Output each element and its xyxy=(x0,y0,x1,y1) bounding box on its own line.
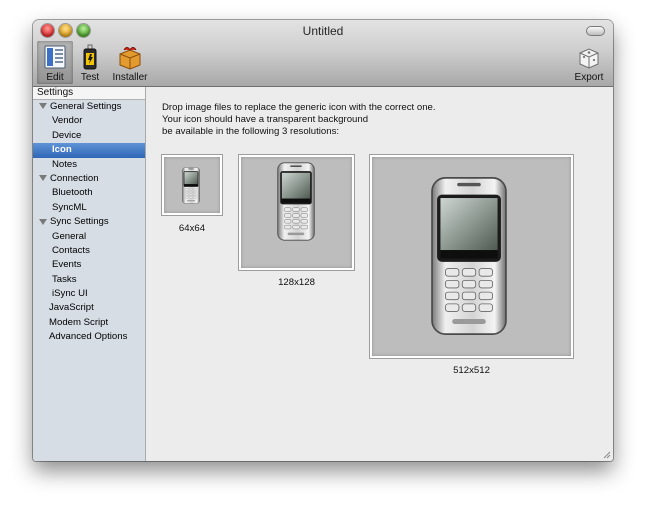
sidebar-header: Settings xyxy=(33,87,145,100)
sidebar-item-modem-script[interactable]: Modem Script xyxy=(33,316,145,330)
test-icon xyxy=(83,44,97,70)
sidebar-list: General Settings Vendor Device Icon Notes Con… xyxy=(33,100,145,345)
sidebar-item-label: Bluetooth xyxy=(52,187,93,199)
sidebar-item-label: Icon xyxy=(52,144,72,156)
window-title: Untitled xyxy=(302,24,344,38)
sidebar-item-label: Contacts xyxy=(52,244,90,256)
sidebar-item-label: Tasks xyxy=(52,273,77,285)
main-panel: Drop image files to replace the generic … xyxy=(146,87,613,461)
sidebar-item-icon[interactable]: Icon xyxy=(33,143,145,158)
disclosure-triangle-icon[interactable] xyxy=(39,103,47,110)
well-label-512: 512x512 xyxy=(453,365,490,376)
well-label-128: 128x128 xyxy=(278,277,315,288)
phone-icon xyxy=(182,167,200,204)
toolbar-export-button[interactable]: Export xyxy=(571,41,607,84)
well-label-64: 64x64 xyxy=(178,223,206,234)
phone-icon xyxy=(277,162,315,241)
sidebar: Settings General Settings Vendor Device Ico… xyxy=(33,87,146,461)
toolbar-export-label: Export xyxy=(574,72,604,83)
sidebar-item-connection[interactable]: Connection xyxy=(33,172,145,186)
instruction-line: Drop image files to replace the generic … xyxy=(162,102,436,113)
icon-well-512[interactable] xyxy=(370,155,573,358)
sidebar-item-advanced-options[interactable]: Advanced Options xyxy=(33,330,145,344)
sidebar-item-label: Connection xyxy=(50,172,99,184)
disclosure-triangle-icon[interactable] xyxy=(39,175,47,182)
icon-well-128[interactable] xyxy=(239,155,354,270)
toolbar-edit-label: Edit xyxy=(46,72,64,83)
installer-icon xyxy=(119,47,141,70)
sidebar-item-sync-settings[interactable]: Sync Settings xyxy=(33,215,145,229)
toolbar-test-button[interactable]: Test xyxy=(77,41,103,84)
instructions-text: Drop image files to replace the generic … xyxy=(162,102,436,139)
sidebar-item-label: JavaScript xyxy=(49,302,94,314)
sidebar-item-general-settings[interactable]: General Settings xyxy=(33,100,145,114)
sidebar-item-label: General Settings xyxy=(50,101,122,112)
sidebar-item-general[interactable]: General xyxy=(33,230,145,244)
sidebar-item-bluetooth[interactable]: Bluetooth xyxy=(33,186,145,200)
sidebar-item-events[interactable]: Events xyxy=(33,258,145,272)
toolbar-installer-button[interactable]: Installer xyxy=(109,41,151,84)
sidebar-item-javascript[interactable]: JavaScript xyxy=(33,301,145,315)
instruction-line: Your icon should have a transparent back… xyxy=(162,114,369,126)
sidebar-item-label: Vendor xyxy=(52,115,83,127)
app-window: Untitled Edit Test Installer Export Sett… xyxy=(33,20,613,461)
sidebar-item-label: Notes xyxy=(52,158,78,170)
resize-grip-icon[interactable] xyxy=(601,449,611,459)
sidebar-item-notes[interactable]: Notes xyxy=(33,158,145,172)
toolbar-installer-label: Installer xyxy=(112,72,148,83)
sidebar-item-label: Advanced Options xyxy=(49,331,128,343)
sidebar-item-label: SyncML xyxy=(52,201,87,213)
toolbar-toggle-button[interactable] xyxy=(586,26,605,36)
instruction-line: be available in the following 3 resoluti… xyxy=(162,126,340,138)
sidebar-item-label: General xyxy=(52,230,87,242)
sidebar-item-label: Modem Script xyxy=(49,316,109,328)
export-icon xyxy=(579,48,599,69)
phone-icon xyxy=(431,177,507,335)
sidebar-item-label: Device xyxy=(52,129,82,141)
sidebar-item-syncml[interactable]: SyncML xyxy=(33,201,145,215)
sidebar-item-label: Sync Settings xyxy=(50,216,109,228)
sidebar-item-label: Events xyxy=(52,259,82,271)
disclosure-triangle-icon[interactable] xyxy=(39,218,47,225)
sidebar-item-vendor[interactable]: Vendor xyxy=(33,114,145,128)
toolbar-edit-button[interactable]: Edit xyxy=(37,41,73,84)
toolbar-test-label: Test xyxy=(80,72,100,83)
sidebar-item-isync-ui[interactable]: iSync UI xyxy=(33,287,145,301)
sidebar-item-device[interactable]: Device xyxy=(33,129,145,143)
sidebar-item-label: iSync UI xyxy=(52,288,88,300)
sidebar-item-contacts[interactable]: Contacts xyxy=(33,244,145,258)
edit-icon xyxy=(44,45,66,69)
sidebar-item-tasks[interactable]: Tasks xyxy=(33,273,145,287)
icon-well-64[interactable] xyxy=(162,155,222,215)
titlebar: Untitled Edit Test Installer Export xyxy=(33,20,613,87)
